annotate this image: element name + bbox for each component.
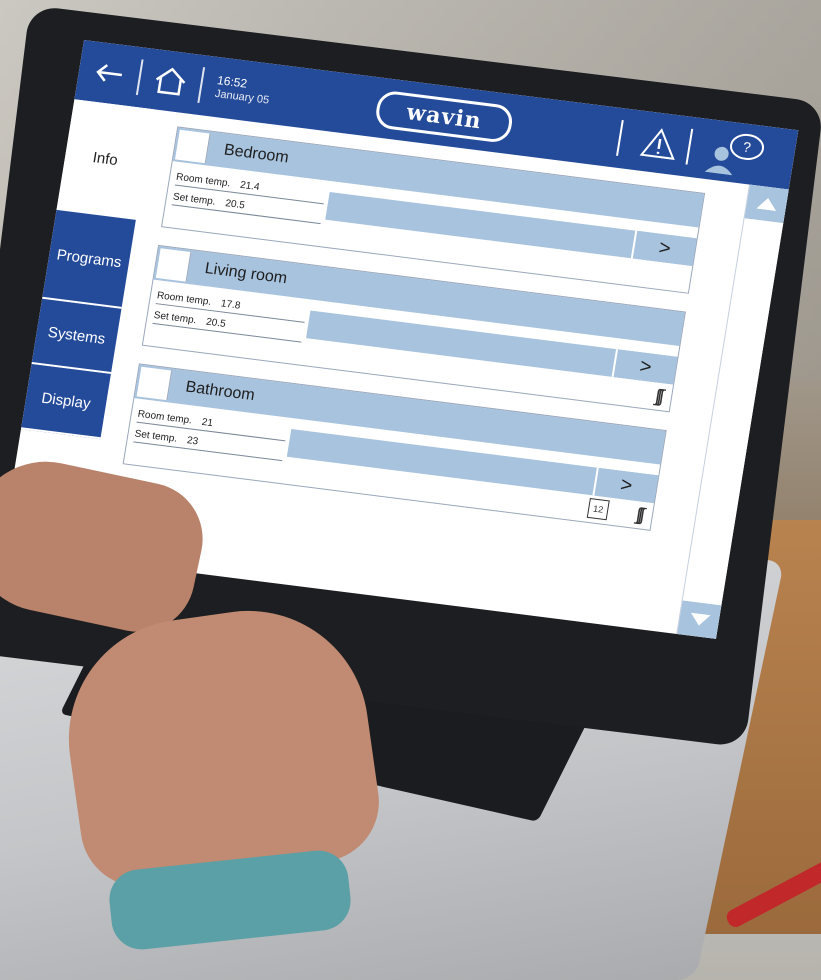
room-temp-label: Room temp. <box>156 290 212 308</box>
photo-scene: 16:52 January 05 wavin ? Info Programs S… <box>0 0 821 980</box>
room-name: Living room <box>203 260 289 288</box>
room-select-checkbox[interactable] <box>136 366 173 401</box>
room-select-checkbox[interactable] <box>155 248 192 282</box>
schedule-calendar-icon: 12 <box>586 498 610 521</box>
svg-text:?: ? <box>742 139 752 156</box>
back-arrow-icon <box>96 64 123 82</box>
schedule-day: 12 <box>592 503 605 515</box>
room-temp-label: Room temp. <box>175 171 232 190</box>
room-temp-label: Room temp. <box>136 408 193 427</box>
room-select-checkbox[interactable] <box>175 129 211 164</box>
alerts-button[interactable] <box>631 118 688 168</box>
room-name: Bathroom <box>184 378 256 405</box>
heating-icon: ∫∫∫ <box>653 385 663 407</box>
sidebar-item-display[interactable]: Display <box>20 363 111 440</box>
chevron-right-icon: > <box>657 236 673 260</box>
room-open-button[interactable]: > <box>592 467 659 504</box>
warning-icon <box>639 128 675 160</box>
set-temp-label: Set temp. <box>133 428 178 445</box>
back-button[interactable] <box>74 40 143 107</box>
sidebar-item-label: Display <box>40 389 92 413</box>
sidebar-item-label: Systems <box>46 323 107 348</box>
wavin-logo: wavin <box>373 89 515 145</box>
home-icon <box>155 67 186 96</box>
chevron-right-icon: > <box>638 354 654 379</box>
home-button[interactable] <box>136 48 205 115</box>
triangle-up-icon <box>756 197 777 212</box>
sidebar-item-programs[interactable]: Programs <box>42 209 136 309</box>
room-temp-value: 21 <box>200 416 214 430</box>
scroll-down-button[interactable] <box>677 600 723 639</box>
help-button[interactable]: ? <box>690 122 778 183</box>
heating-icon: ∫∫∫ <box>634 504 644 525</box>
room-temp-value: 17.8 <box>220 298 242 312</box>
sidebar-item-label: Info <box>91 148 120 169</box>
clock: 16:52 January 05 <box>214 73 272 107</box>
set-temp-value: 20.5 <box>205 316 227 330</box>
room-open-button[interactable]: > <box>630 230 697 267</box>
room-name: Bedroom <box>222 141 290 167</box>
room-open-button[interactable]: > <box>611 349 678 385</box>
set-temp-label: Set temp. <box>152 309 198 327</box>
scroll-up-button[interactable] <box>744 184 790 224</box>
chevron-right-icon: > <box>618 473 635 497</box>
room-temp-value: 21.4 <box>239 179 261 194</box>
set-temp-value: 20.5 <box>224 198 246 212</box>
user-help-icon: ? <box>704 133 765 176</box>
triangle-down-icon <box>690 612 711 626</box>
set-temp-label: Set temp. <box>172 191 217 208</box>
set-temp-value: 23 <box>186 435 199 448</box>
divider <box>616 120 624 156</box>
sidebar-item-label: Programs <box>55 245 123 271</box>
sidebar-item-systems[interactable]: Systems <box>31 298 122 375</box>
